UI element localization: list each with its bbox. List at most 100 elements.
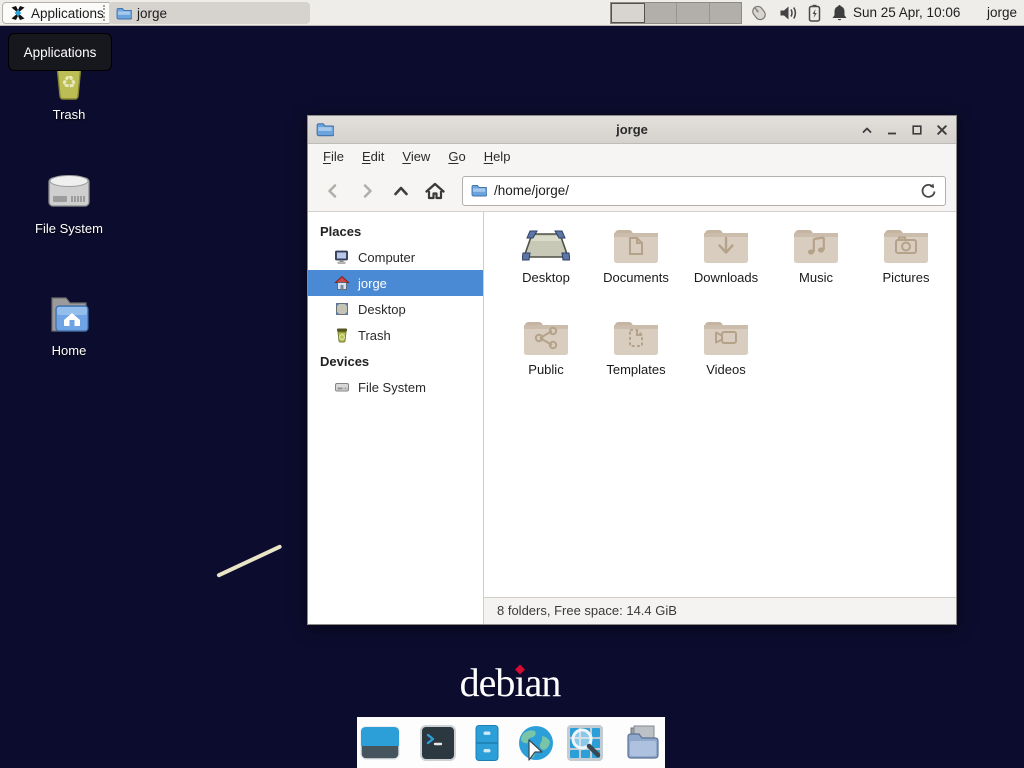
menu-view[interactable]: View — [393, 144, 439, 170]
folder-item-desktop[interactable]: Desktop — [501, 225, 591, 285]
logo-text: deb — [460, 660, 515, 705]
path-bar[interactable] — [462, 176, 946, 206]
applications-menu-icon — [10, 5, 26, 21]
window-controls — [861, 124, 948, 136]
file-manager-launcher[interactable] — [623, 723, 663, 763]
computer-icon — [334, 249, 350, 265]
desktop-icon-file-system[interactable]: File System — [21, 168, 117, 236]
sidebar-item-jorge[interactable]: jorge — [308, 270, 483, 296]
folder-item-public[interactable]: Public — [501, 317, 591, 377]
close-button[interactable] — [936, 124, 948, 136]
home-icon — [334, 275, 350, 291]
file-cabinet-launcher[interactable] — [467, 723, 507, 763]
path-input[interactable] — [494, 183, 913, 198]
window-title: jorge — [308, 122, 956, 137]
volume-icon[interactable] — [779, 4, 798, 22]
applications-menu-button[interactable]: Applications — [2, 2, 112, 24]
desktop-surface-icon — [522, 225, 570, 265]
desktop-icon-home[interactable]: Home — [21, 290, 117, 358]
status-text: 8 folders, Free space: 14.4 GiB — [497, 603, 677, 618]
music-folder-icon — [792, 225, 840, 265]
file-manager-window: jorge File Edit View Go Help — [307, 115, 957, 625]
minimize-button[interactable] — [886, 124, 898, 136]
menu-edit[interactable]: Edit — [353, 144, 393, 170]
download-folder-icon — [702, 225, 750, 265]
desktop-icon — [334, 301, 350, 317]
sidebar-item-trash[interactable]: Trash — [308, 322, 483, 348]
mouse-device-icon[interactable] — [748, 3, 770, 23]
applications-menu-label: Applications — [31, 6, 104, 21]
desktop: Applications jorge — [0, 0, 1024, 768]
terminal-icon — [418, 724, 458, 762]
folder-grid: Desktop Documents — [501, 225, 953, 377]
debian-logo: debıan — [410, 660, 610, 708]
desktop-icon-label: File System — [35, 221, 103, 236]
application-finder-icon — [565, 724, 605, 762]
folder-label: Templates — [606, 362, 665, 377]
sidebar-item-label: Trash — [358, 328, 391, 343]
tooltip-text: Applications — [24, 45, 97, 60]
workspace-switcher[interactable] — [610, 2, 742, 24]
terminal-launcher[interactable] — [418, 723, 458, 763]
folder-label: Public — [528, 362, 563, 377]
shade-button[interactable] — [861, 124, 873, 136]
toolbar — [308, 170, 956, 212]
folder-icon — [116, 7, 132, 20]
svg-text:♻: ♻ — [61, 73, 76, 93]
workspace-3[interactable] — [677, 3, 710, 23]
home-button[interactable] — [420, 176, 450, 206]
sidebar-item-computer[interactable]: Computer — [308, 244, 483, 270]
sidebar-item-file-system[interactable]: File System — [308, 374, 483, 400]
panel-username: jorge — [987, 0, 1017, 26]
folder-label: Downloads — [694, 270, 758, 285]
sidebar-item-label: Computer — [358, 250, 415, 265]
sidebar-item-label: jorge — [358, 276, 387, 291]
logo-text: an — [525, 660, 561, 705]
clock[interactable]: Sun 25 Apr, 10:06 — [853, 0, 960, 26]
web-browser-launcher[interactable] — [516, 723, 556, 763]
notification-bell-icon[interactable] — [831, 4, 848, 22]
up-button[interactable] — [386, 176, 416, 206]
folder-view[interactable]: Desktop Documents — [484, 212, 956, 597]
file-manager-folder-icon — [623, 724, 663, 762]
folder-item-pictures[interactable]: Pictures — [861, 225, 951, 285]
reload-icon[interactable] — [920, 182, 937, 199]
menu-help[interactable]: Help — [475, 144, 520, 170]
taskbar-item-jorge[interactable]: jorge — [109, 2, 310, 24]
desktop-icon-label: Trash — [53, 107, 86, 122]
taskbar-item-label: jorge — [137, 6, 167, 21]
workspace-4[interactable] — [710, 3, 742, 23]
folder-item-videos[interactable]: Videos — [681, 317, 771, 377]
pictures-folder-icon — [882, 225, 930, 265]
menu-file[interactable]: File — [314, 144, 353, 170]
sidebar-item-label: File System — [358, 380, 426, 395]
folder-item-downloads[interactable]: Downloads — [681, 225, 771, 285]
top-panel: Applications jorge — [0, 0, 1024, 26]
battery-charging-icon[interactable] — [807, 4, 822, 22]
folder-label: Documents — [603, 270, 669, 285]
folder-item-documents[interactable]: Documents — [591, 225, 681, 285]
application-finder-launcher[interactable] — [565, 723, 605, 763]
back-button[interactable] — [318, 176, 348, 206]
maximize-button[interactable] — [911, 124, 923, 136]
stray-line-artifact — [216, 544, 282, 577]
desktop-icon-label: Home — [52, 343, 87, 358]
sidebar-item-desktop[interactable]: Desktop — [308, 296, 483, 322]
show-desktop-button[interactable] — [360, 723, 400, 763]
system-tray — [748, 3, 848, 23]
folder-item-music[interactable]: Music — [771, 225, 861, 285]
folder-item-templates[interactable]: Templates — [591, 317, 681, 377]
forward-button[interactable] — [352, 176, 382, 206]
folder-label: Music — [799, 270, 833, 285]
workspace-2[interactable] — [645, 3, 678, 23]
folder-label: Videos — [706, 362, 746, 377]
sidebar: Places Computer — [308, 212, 484, 624]
sidebar-header-devices: Devices — [308, 348, 483, 374]
window-body: Places Computer — [308, 212, 956, 624]
tasklist-handle — [103, 5, 107, 21]
menu-go[interactable]: Go — [439, 144, 474, 170]
workspace-1[interactable] — [611, 3, 645, 23]
applications-tooltip: Applications — [8, 33, 112, 71]
file-cabinet-icon — [467, 724, 507, 762]
window-titlebar[interactable]: jorge — [308, 116, 956, 144]
